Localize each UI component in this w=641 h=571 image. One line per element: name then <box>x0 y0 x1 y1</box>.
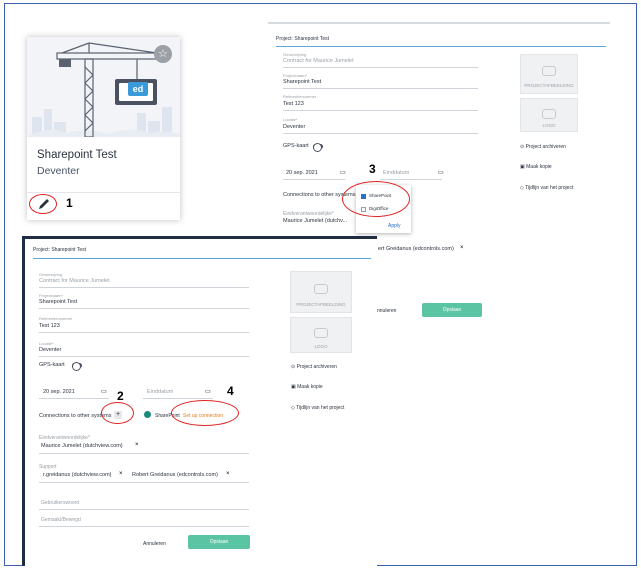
calendar-icon[interactable]: ▭ <box>438 169 444 176</box>
start-date-input[interactable]: 20 sep. 2021 <box>43 389 75 395</box>
reference-input[interactable]: Test 123 <box>39 323 60 329</box>
apply-button[interactable]: Apply <box>388 223 401 229</box>
responsible-label: Eindverantwoordelijke* <box>283 211 334 217</box>
annotation-number-4: 4 <box>227 384 234 398</box>
project-image-upload[interactable]: PROJECTAFBEELDING <box>290 271 352 313</box>
gps-toggle[interactable] <box>72 362 82 371</box>
project-card[interactable]: ed ☆ Sharepoint Test Deventer <box>27 37 180 220</box>
project-title: Project: Sharepoint Test <box>276 36 329 42</box>
gps-toggle[interactable] <box>313 143 323 152</box>
camera-icon <box>314 284 328 294</box>
project-name-input[interactable]: Sharepoint Test <box>39 299 77 305</box>
responsible-chip[interactable]: Maurice Jumelet (dutchv... <box>283 218 347 224</box>
reference-label: Referentienummer <box>283 94 317 99</box>
end-date-input[interactable]: Einddatum <box>383 170 409 176</box>
project-name-label: Projectnaam* <box>39 293 64 298</box>
highlight-ellipse-4 <box>171 400 239 426</box>
cancel-button[interactable]: nnuleren <box>377 308 396 314</box>
highlight-ellipse-3 <box>342 181 410 217</box>
calendar-icon[interactable]: ▭ <box>205 388 211 395</box>
project-card-image: ed ☆ <box>27 37 180 137</box>
logo-upload[interactable]: LOGO <box>520 98 578 132</box>
ed-logo: ed <box>128 82 148 96</box>
annotation-number-1: 1 <box>66 196 73 210</box>
support-chip[interactable]: Robert Greidanus (edcontrols.com) <box>132 472 218 478</box>
annotation-number-3: 3 <box>369 162 376 176</box>
project-name-label: Projectnaam* <box>283 73 308 78</box>
project-image-upload[interactable]: PROJECTAFBEELDING <box>520 54 578 94</box>
remove-chip-icon[interactable]: × <box>119 471 123 477</box>
save-button[interactable]: Opslaan <box>422 303 482 317</box>
support-label: Support <box>39 464 57 470</box>
gemaakt-field[interactable]: Gemaakt/Bewegd <box>41 517 81 523</box>
copy-project-action[interactable]: ▣ Maak kopie <box>520 164 552 170</box>
remove-chip-icon[interactable]: × <box>460 245 464 251</box>
gps-label: GPS-kaart <box>283 143 309 149</box>
description-value[interactable]: Contract for Maurice Jumelet <box>39 278 110 284</box>
project-name-input[interactable]: Sharepoint Test <box>283 79 321 85</box>
end-date-input[interactable]: Einddatum <box>147 389 173 395</box>
reference-label: Referentienummer <box>39 316 73 321</box>
card-divider <box>27 192 180 193</box>
highlight-ellipse-2 <box>101 402 134 424</box>
favorite-star-icon[interactable]: ☆ <box>154 45 172 63</box>
annotation-number-2: 2 <box>117 389 124 403</box>
location-input[interactable]: Deventer <box>39 347 61 353</box>
logo-upload[interactable]: LOGO <box>290 317 352 353</box>
reference-input[interactable]: Test 123 <box>283 101 304 107</box>
description-value[interactable]: Contract for Maurice Jumelet <box>283 58 354 64</box>
location-label: Locatie* <box>39 341 54 346</box>
gebruikerswoord-field[interactable]: Gebruikerswoord <box>41 500 79 506</box>
remove-chip-icon[interactable]: × <box>226 471 230 477</box>
support-chip[interactable]: r.greidanus (dutchview.com) <box>43 472 111 478</box>
project-timeline-action[interactable]: ◇ Tijdlijn van het project <box>291 405 344 411</box>
project-title: Project: Sharepoint Test <box>33 247 86 253</box>
card-title: Sharepoint Test <box>37 149 117 161</box>
responsible-label: Eindverantwoordelijke* <box>39 435 90 441</box>
description-label: Omschrijving <box>39 272 63 277</box>
calendar-icon[interactable]: ▭ <box>101 388 107 395</box>
sharepoint-icon <box>144 411 151 418</box>
archive-project-action[interactable]: ⊙ Project archiveren <box>291 364 337 370</box>
save-button[interactable]: Opslaan <box>188 535 250 549</box>
location-label: Locatie* <box>283 117 298 122</box>
highlight-ellipse-1 <box>29 194 57 214</box>
camera-icon <box>542 66 556 77</box>
description-label: Omschrijving <box>283 52 307 57</box>
location-input[interactable]: Deventer <box>283 124 305 130</box>
start-date-input[interactable]: 20 sep. 2021 <box>286 170 318 176</box>
calendar-icon[interactable]: ▭ <box>340 169 346 176</box>
camera-icon <box>542 108 556 119</box>
archive-project-action[interactable]: ⊙ Project archiveren <box>520 144 566 150</box>
responsible-chip[interactable]: Maurice Jumelet (dutchview.com) <box>41 443 123 449</box>
gps-label: GPS-kaart <box>39 362 65 368</box>
camera-icon <box>314 328 328 339</box>
copy-project-action[interactable]: ▣ Maak kopie <box>291 384 323 390</box>
support-chip[interactable]: ert Greidanus (edcontrols.com) <box>378 246 454 252</box>
card-subtitle: Deventer <box>37 165 80 177</box>
project-timeline-action[interactable]: ◇ Tijdlijn van het project <box>520 185 573 191</box>
cancel-button[interactable]: Annuleren <box>143 541 166 547</box>
remove-chip-icon[interactable]: × <box>135 442 139 448</box>
